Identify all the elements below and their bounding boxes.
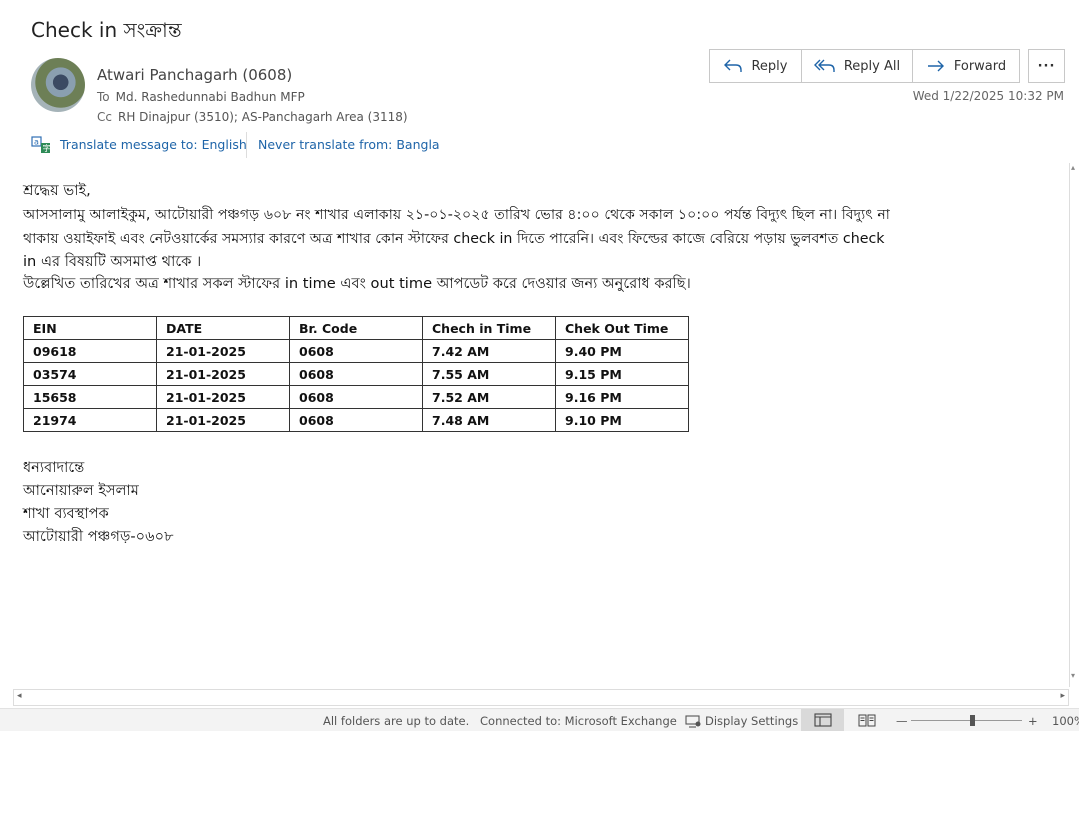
- scroll-left-icon[interactable]: ◂: [17, 691, 22, 701]
- sent-date: Wed 1/22/2025 10:32 PM: [912, 89, 1064, 103]
- scroll-down-icon[interactable]: ▾: [1071, 671, 1079, 687]
- zoom-slider[interactable]: [911, 715, 1022, 726]
- reply-all-button[interactable]: Reply All: [801, 49, 913, 83]
- table-cell: 7.55 AM: [422, 362, 556, 386]
- table-cell: 21974: [23, 408, 157, 432]
- greeting-text: শ্রদ্ধেয় ভাই,: [23, 182, 91, 199]
- forward-button[interactable]: Forward: [912, 49, 1020, 83]
- table-header: Chek Out Time: [555, 316, 689, 340]
- translate-separator: [246, 132, 247, 158]
- scroll-right-icon[interactable]: ▸: [1060, 691, 1065, 701]
- forward-label: Forward: [953, 58, 1007, 74]
- email-subject: Check in সংক্রান্ত: [31, 18, 182, 42]
- table-cell: 03574: [23, 362, 157, 386]
- table-row: 15658 21-01-2025 0608 7.52 AM 9.16 PM: [23, 385, 689, 409]
- body-line-4: উল্লেখিত তারিখের অত্র শাখার সকল স্টাফের …: [23, 275, 691, 292]
- zoom-level[interactable]: 100%: [1052, 714, 1079, 728]
- table-cell: 7.48 AM: [422, 408, 556, 432]
- body-line-1: আসসালামু আলাইকুম, আটোয়ারী পঞ্চগড় ৬০৮ ন…: [23, 207, 890, 223]
- table-header: Chech in Time: [422, 316, 556, 340]
- table-cell: 09618: [23, 339, 157, 363]
- translate-message-link[interactable]: Translate message to: English: [60, 137, 247, 152]
- sender-avatar[interactable]: [31, 58, 85, 112]
- normal-view-icon: [814, 713, 832, 727]
- table-cell: 9.10 PM: [555, 408, 689, 432]
- signature-branch: আটোয়ারী পঞ্চগড়-০৬০৮: [23, 528, 174, 545]
- table-cell: 21-01-2025: [156, 385, 290, 409]
- table-cell: 0608: [289, 385, 423, 409]
- table-cell: 0608: [289, 362, 423, 386]
- cc-label: Cc: [97, 110, 112, 124]
- normal-view-button[interactable]: [801, 709, 844, 731]
- table-cell: 7.52 AM: [422, 385, 556, 409]
- zoom-in-button[interactable]: +: [1028, 714, 1038, 728]
- table-header: Br. Code: [289, 316, 423, 340]
- reply-all-label: Reply All: [843, 58, 901, 74]
- table-cell: 9.15 PM: [555, 362, 689, 386]
- reading-view-button[interactable]: [858, 713, 876, 727]
- vertical-scrollbar[interactable]: ▴ ▾: [1069, 163, 1079, 687]
- table-cell: 0608: [289, 339, 423, 363]
- folders-status: All folders are up to date.: [323, 714, 470, 728]
- reading-view-icon: [858, 714, 876, 727]
- more-actions-button[interactable]: ···: [1028, 49, 1065, 83]
- translate-icon: a字: [31, 135, 51, 155]
- cc-recipients[interactable]: RH Dinajpur (3510); AS-Panchagarh Area (…: [118, 110, 408, 124]
- sender-name[interactable]: Atwari Panchagarh (0608): [97, 66, 292, 84]
- table-row: 09618 21-01-2025 0608 7.42 AM 9.40 PM: [23, 339, 689, 363]
- reply-label: Reply: [751, 58, 788, 74]
- horizontal-scrollbar[interactable]: ◂ ▸: [13, 689, 1069, 706]
- table-cell: 21-01-2025: [156, 362, 290, 386]
- display-settings-label: Display Settings: [705, 714, 799, 728]
- table-row: 03574 21-01-2025 0608 7.55 AM 9.15 PM: [23, 362, 689, 386]
- display-settings-button[interactable]: Display Settings: [685, 714, 798, 728]
- signoff-text: ধন্যবাদান্তে: [23, 459, 85, 476]
- table-cell: 0608: [289, 408, 423, 432]
- table-cell: 21-01-2025: [156, 408, 290, 432]
- table-cell: 15658: [23, 385, 157, 409]
- signature-title: শাখা ব্যবস্থাপক: [23, 505, 109, 522]
- table-cell: 9.40 PM: [555, 339, 689, 363]
- never-translate-link[interactable]: Never translate from: Bangla: [258, 137, 440, 152]
- table-header: EIN: [23, 316, 157, 340]
- forward-arrow-icon: [927, 60, 944, 72]
- display-settings-icon: [685, 714, 701, 728]
- to-label: To: [97, 90, 110, 104]
- status-bar: All folders are up to date. Connected to…: [0, 708, 1079, 731]
- body-line-3: in এর বিষয়টি অসমাপ্ত থাকে ।: [23, 253, 202, 270]
- zoom-out-button[interactable]: —: [896, 714, 908, 728]
- table-cell: 7.42 AM: [422, 339, 556, 363]
- checkin-table: EIN DATE Br. Code Chech in Time Chek Out…: [23, 316, 689, 432]
- signature-name: আনোয়ারুল ইসলাম: [23, 482, 139, 499]
- svg-text:a: a: [34, 138, 39, 147]
- table-cell: 21-01-2025: [156, 339, 290, 363]
- connection-status: Connected to: Microsoft Exchange: [480, 714, 677, 728]
- table-cell: 9.16 PM: [555, 385, 689, 409]
- zoom-slider-thumb[interactable]: [970, 715, 975, 726]
- table-header-row: EIN DATE Br. Code Chech in Time Chek Out…: [23, 316, 689, 340]
- to-line: To Md. Rashedunnabi Badhun MFP: [97, 90, 305, 104]
- to-recipient[interactable]: Md. Rashedunnabi Badhun MFP: [116, 90, 305, 104]
- scroll-up-icon[interactable]: ▴: [1071, 163, 1079, 179]
- cc-line: Cc RH Dinajpur (3510); AS-Panchagarh Area…: [97, 110, 408, 124]
- reply-button[interactable]: Reply: [709, 49, 802, 83]
- reply-all-icon: [813, 59, 835, 72]
- table-header: DATE: [156, 316, 290, 340]
- svg-text:字: 字: [43, 143, 51, 153]
- reply-icon: [724, 59, 743, 72]
- body-line-2: থাকায় ওয়াইফাই এবং নেটওয়ার্কের সমস্যার…: [23, 231, 885, 247]
- table-row: 21974 21-01-2025 0608 7.48 AM 9.10 PM: [23, 408, 689, 432]
